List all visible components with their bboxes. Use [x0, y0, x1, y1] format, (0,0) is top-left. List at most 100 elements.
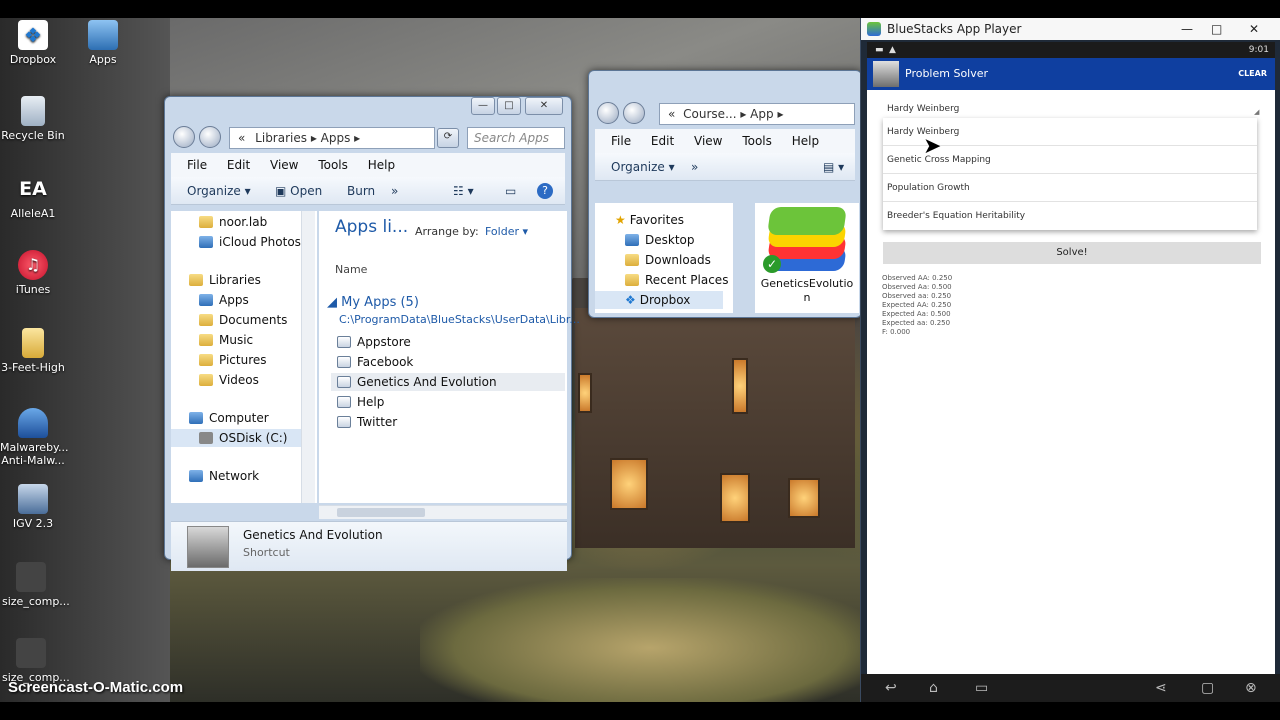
file-item-genetics[interactable]: Genetics And Evolution — [331, 373, 565, 391]
file-item-help[interactable]: Help — [337, 393, 384, 411]
breadcrumb-course[interactable]: Course... — [683, 107, 736, 121]
preview-pane-icon[interactable]: ▭ — [505, 177, 516, 205]
desktop-icon-3-feet-high[interactable]: 3-Feet-High — [0, 328, 66, 374]
help-icon[interactable]: ? — [537, 183, 553, 199]
app-icon[interactable] — [873, 61, 899, 87]
tree-item-videos[interactable]: Videos — [199, 371, 259, 389]
tree-item-music[interactable]: Music — [199, 331, 253, 349]
back-button[interactable] — [597, 102, 619, 124]
close-button[interactable]: ✕ — [525, 97, 563, 115]
desktop-icon-label: Recycle Bin — [1, 129, 65, 142]
tree-item-desktop[interactable]: Desktop — [625, 231, 695, 249]
desktop-icon-itunes[interactable]: ♫ iTunes — [0, 250, 66, 296]
group-header[interactable]: ◢ My Apps (5) — [327, 295, 419, 310]
menu-view[interactable]: View — [694, 134, 722, 148]
maximize-button[interactable]: □ — [497, 97, 521, 115]
desktop-icon-dropbox[interactable]: ❖ Dropbox — [0, 20, 66, 66]
desktop-icon-size-comp[interactable]: size_comp... — [2, 638, 70, 684]
screen-icon[interactable]: ▢ — [1201, 680, 1214, 696]
forward-button[interactable] — [199, 126, 221, 148]
solve-button[interactable]: Solve! — [883, 242, 1261, 264]
maximize-button[interactable]: □ — [1211, 18, 1222, 40]
tree-item-documents[interactable]: Documents — [199, 311, 287, 329]
desktop-icon-recycle-bin[interactable]: Recycle Bin — [0, 96, 66, 142]
breadcrumb-chevron: « — [238, 131, 246, 145]
dropdown-option-population-growth[interactable]: Population Growth — [883, 174, 1257, 202]
desktop-icon-apps[interactable]: Apps — [70, 20, 136, 66]
details-type: Shortcut — [243, 546, 290, 559]
close-circle-icon[interactable]: ⊗ — [1245, 680, 1257, 696]
arrange-by-dropdown[interactable]: Folder ▾ — [485, 225, 528, 238]
menu-edit[interactable]: Edit — [651, 134, 674, 148]
network-icon — [189, 470, 203, 482]
problem-type-spinner[interactable]: Hardy Weinberg — [887, 104, 959, 114]
tree-item-icloud-photos[interactable]: iCloud Photos — [199, 233, 301, 251]
tree-item-osdisk[interactable]: OSDisk (C:) — [171, 429, 301, 447]
content-scrollbar-h[interactable] — [319, 505, 567, 519]
music-icon — [199, 334, 213, 346]
more-commands-button[interactable]: » — [691, 153, 698, 181]
result-expected-aa-rec: Expected aa: 0.250 — [882, 319, 951, 327]
navigation-scrollbar[interactable] — [301, 211, 315, 503]
burn-button[interactable]: Burn — [347, 177, 375, 205]
file-item-facebook[interactable]: Facebook — [337, 353, 413, 371]
share-icon[interactable]: ⋖ — [1155, 680, 1167, 696]
clear-button[interactable]: CLEAR — [1238, 58, 1267, 90]
close-button[interactable]: ✕ — [1249, 18, 1259, 40]
bluestacks-titlebar[interactable]: BlueStacks App Player — □ ✕ — [861, 18, 1280, 40]
tree-item-favorites[interactable]: ★ Favorites — [615, 211, 684, 229]
menu-tools[interactable]: Tools — [742, 134, 772, 148]
desktop-icon-malwarebytes[interactable]: Malwareby... Anti-Malw... — [0, 408, 69, 467]
tree-item-pictures[interactable]: Pictures — [199, 351, 267, 369]
search-input[interactable]: Search Apps — [467, 127, 565, 149]
tree-item-libraries[interactable]: Libraries — [189, 271, 261, 289]
organize-button[interactable]: Organize ▾ — [611, 153, 675, 181]
minimize-button[interactable]: — — [1181, 18, 1193, 40]
more-commands-button[interactable]: » — [391, 177, 398, 205]
refresh-button[interactable]: ⟳ — [437, 128, 459, 148]
dropdown-option-breeders-equation[interactable]: Breeder's Equation Heritability — [883, 202, 1257, 230]
tree-item-dropbox[interactable]: ❖ Dropbox — [595, 291, 723, 309]
tree-item-noor-lab[interactable]: noor.lab — [199, 213, 267, 231]
menu-file[interactable]: File — [611, 134, 631, 148]
address-bar[interactable]: « Libraries ▸ Apps ▸ — [229, 127, 435, 149]
videos-icon — [199, 374, 213, 386]
bluestacks-title: BlueStacks App Player — [887, 22, 1022, 36]
view-options-icon[interactable]: ☷ ▾ — [453, 177, 474, 205]
back-button[interactable] — [173, 126, 195, 148]
desktop-icon-size-comp[interactable]: size_comp... — [2, 562, 70, 608]
recent-apps-icon[interactable]: ▭ — [975, 680, 988, 696]
file-item-genetics-evolution[interactable]: GeneticsEvolutio n — [757, 277, 857, 305]
tree-item-downloads[interactable]: Downloads — [625, 251, 711, 269]
desktop-icon-igv[interactable]: IGV 2.3 — [0, 484, 66, 530]
column-header-name[interactable]: Name — [335, 263, 367, 276]
scroll-thumb[interactable] — [337, 508, 425, 517]
file-item-appstore[interactable]: Appstore — [337, 333, 411, 351]
breadcrumb-app[interactable]: App — [750, 107, 773, 121]
file-item-twitter[interactable]: Twitter — [337, 413, 397, 431]
home-icon[interactable]: ⌂ — [929, 680, 938, 696]
menu-help[interactable]: Help — [792, 134, 819, 148]
folder-icon — [199, 216, 213, 228]
open-button[interactable]: ▣ Open — [275, 177, 322, 205]
tree-item-computer[interactable]: Computer — [189, 409, 269, 427]
menu-view[interactable]: View — [270, 158, 298, 172]
menu-tools[interactable]: Tools — [318, 158, 348, 172]
breadcrumb-libraries[interactable]: Libraries — [255, 131, 307, 145]
menu-help[interactable]: Help — [368, 158, 395, 172]
menu-edit[interactable]: Edit — [227, 158, 250, 172]
desktop-icon-allele[interactable]: EA AlleleA1 — [0, 174, 66, 220]
explorer-window-course: « Course... ▸ App ▸ File Edit View Tools… — [588, 70, 862, 318]
back-arrow-icon[interactable]: ↩ — [885, 680, 897, 696]
organize-button[interactable]: Organize ▾ — [187, 177, 251, 205]
tree-item-recent-places[interactable]: Recent Places — [625, 271, 728, 289]
breadcrumb-apps[interactable]: Apps — [321, 131, 351, 145]
menu-file[interactable]: File — [187, 158, 207, 172]
minimize-button[interactable]: — — [471, 97, 495, 115]
tree-item-network[interactable]: Network — [189, 467, 259, 485]
forward-button[interactable] — [623, 102, 645, 124]
view-options-icon[interactable]: ▤ ▾ — [823, 153, 844, 181]
address-bar[interactable]: « Course... ▸ App ▸ — [659, 103, 855, 125]
warning-icon: ▲ — [889, 45, 896, 55]
tree-item-apps[interactable]: Apps — [199, 291, 249, 309]
